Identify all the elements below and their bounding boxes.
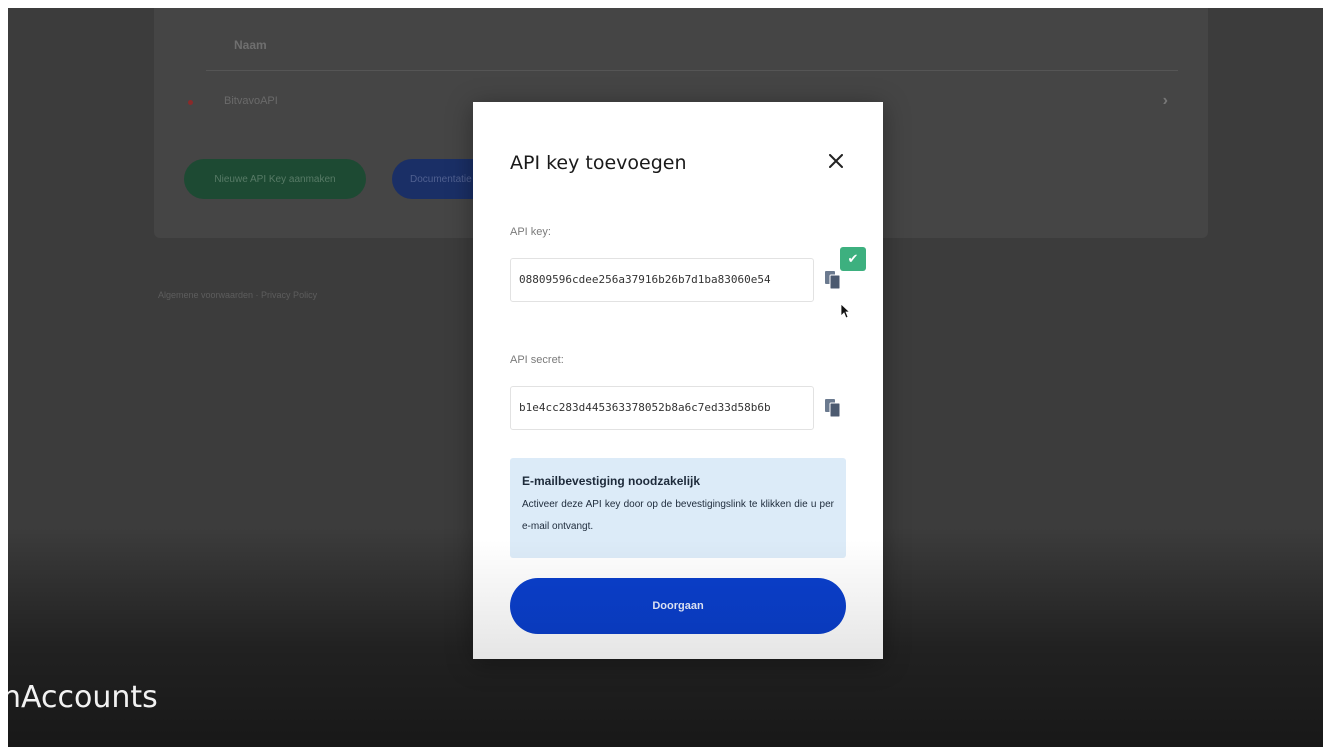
api-secret-label: API secret:: [510, 354, 564, 366]
email-confirmation-notice: E-mailbevestiging noodzakelijk Activeer …: [510, 458, 846, 558]
copy-icon[interactable]: [824, 270, 842, 290]
notice-text: Activeer deze API key door op de bevesti…: [522, 499, 834, 532]
chevron-right-icon[interactable]: ›: [1163, 92, 1168, 110]
continue-button[interactable]: Doorgaan: [510, 578, 846, 634]
close-icon[interactable]: [823, 148, 849, 174]
status-dot-icon: [188, 100, 193, 105]
new-api-key-button[interactable]: Nieuwe API Key aanmaken: [184, 159, 366, 199]
table-header-name: Naam: [234, 38, 267, 52]
video-caption: nAccounts: [8, 680, 158, 715]
api-key-label: API key:: [510, 226, 551, 238]
screen-frame: Naam BitvavoAPI › Nieuwe API Key aanmake…: [8, 8, 1323, 747]
api-secret-field[interactable]: b1e4cc283d445363378052b8a6c7ed33d58b6b: [510, 386, 814, 430]
copied-check-icon: ✔: [840, 247, 866, 271]
mouse-cursor-icon: [840, 303, 851, 319]
copy-icon[interactable]: [824, 398, 842, 418]
notice-title: E-mailbevestiging noodzakelijk: [522, 474, 701, 488]
add-api-key-dialog: API key toevoegen API key: 08809596cdee2…: [473, 102, 883, 659]
api-key-row-name[interactable]: BitvavoAPI: [224, 95, 278, 107]
divider: [206, 70, 1178, 71]
api-key-field[interactable]: 08809596cdee256a37916b26b7d1ba83060e54: [510, 258, 814, 302]
dialog-title: API key toevoegen: [510, 152, 687, 174]
footer-links[interactable]: Algemene voorwaarden · Privacy Policy: [158, 290, 317, 300]
